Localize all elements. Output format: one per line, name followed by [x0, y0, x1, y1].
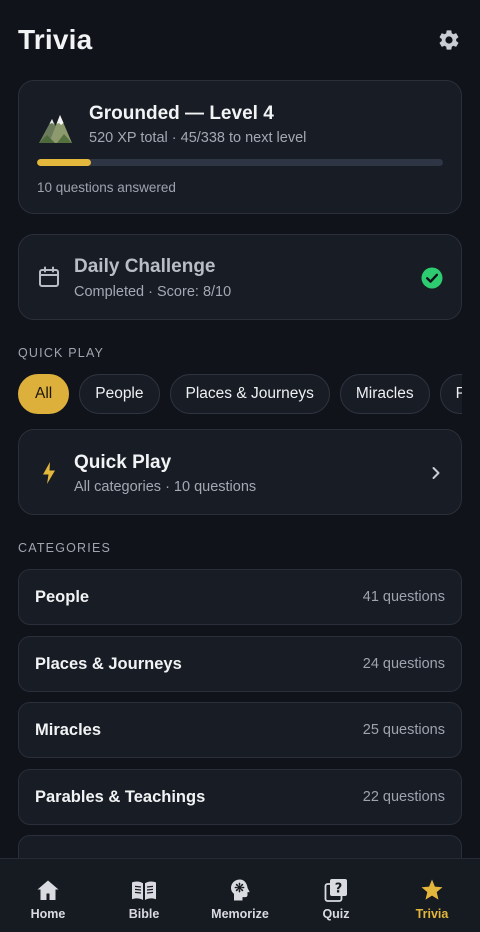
quick-play-section-label: QUICK PLAY	[18, 346, 105, 360]
category-count: 22 questions	[362, 789, 445, 805]
categories-section-label: CATEGORIES	[18, 541, 112, 555]
mountain-icon	[37, 111, 73, 145]
home-icon	[35, 877, 61, 903]
tab-label: Memorize	[211, 907, 269, 921]
questions-answered: 10 questions answered	[37, 180, 176, 195]
brain-icon	[227, 877, 253, 903]
xp-summary: 520 XP total · 45/338 to next level	[89, 130, 307, 146]
category-row-parables-teachings[interactable]: Parables & Teachings 22 questions	[18, 769, 462, 825]
bottom-tab-bar: Home Bible Memorize ? Quiz Trivia	[0, 858, 480, 932]
tab-label: Quiz	[322, 907, 350, 921]
question-icon: ?	[323, 877, 349, 903]
category-name: People	[35, 587, 90, 606]
trivia-screen: Trivia Grounded — Level 4 520 XP total ·…	[0, 0, 480, 932]
lightning-icon	[41, 461, 57, 485]
quick-play-title: Quick Play	[74, 452, 172, 473]
chip-places-journeys[interactable]: Places & Journeys	[169, 374, 330, 414]
tab-bible[interactable]: Bible	[96, 859, 192, 932]
calendar-icon	[37, 265, 61, 289]
header: Trivia	[18, 22, 462, 58]
category-name: Places & Journeys	[35, 654, 182, 673]
level-card: Grounded — Level 4 520 XP total · 45/338…	[18, 80, 462, 214]
chip-all[interactable]: All	[18, 374, 70, 414]
chip-parables-teachings[interactable]: Parables & Teachings	[439, 374, 462, 414]
chevron-right-icon	[431, 465, 441, 481]
page-title: Trivia	[18, 24, 93, 55]
xp-progress-fill	[37, 159, 91, 166]
tab-quiz[interactable]: ? Quiz	[288, 859, 384, 932]
category-count: 24 questions	[362, 656, 445, 672]
category-count: 41 questions	[362, 589, 445, 605]
tab-label: Trivia	[415, 907, 449, 921]
xp-progress-bar	[37, 159, 443, 166]
tab-label: Bible	[128, 907, 160, 921]
tab-label: Home	[30, 907, 66, 921]
quick-play-subtitle: All categories · 10 questions	[74, 479, 257, 495]
daily-challenge-title: Daily Challenge	[74, 256, 216, 277]
category-filter-chips: All People Places & Journeys Miracles Pa…	[18, 374, 462, 416]
category-row-miracles[interactable]: Miracles 25 questions	[18, 702, 462, 758]
star-icon	[419, 877, 445, 903]
category-row-places-journeys[interactable]: Places & Journeys 24 questions	[18, 636, 462, 692]
check-circle-icon	[421, 267, 443, 289]
book-icon	[131, 877, 157, 903]
tab-memorize[interactable]: Memorize	[192, 859, 288, 932]
daily-challenge-card[interactable]: Daily Challenge Completed · Score: 8/10	[18, 234, 462, 320]
tab-home[interactable]: Home	[0, 859, 96, 932]
chip-people[interactable]: People	[79, 374, 160, 414]
level-title: Grounded — Level 4	[89, 103, 274, 124]
category-row-people[interactable]: People 41 questions	[18, 569, 462, 625]
category-name: Parables & Teachings	[35, 787, 206, 806]
daily-challenge-status: Completed · Score: 8/10	[74, 284, 232, 300]
chip-miracles[interactable]: Miracles	[339, 374, 430, 414]
svg-text:?: ?	[335, 882, 343, 897]
tab-trivia[interactable]: Trivia	[384, 859, 480, 932]
category-name: Miracles	[35, 720, 102, 739]
gear-icon[interactable]	[436, 27, 462, 53]
quick-play-card[interactable]: Quick Play All categories · 10 questions	[18, 429, 462, 515]
category-count: 25 questions	[362, 722, 445, 738]
